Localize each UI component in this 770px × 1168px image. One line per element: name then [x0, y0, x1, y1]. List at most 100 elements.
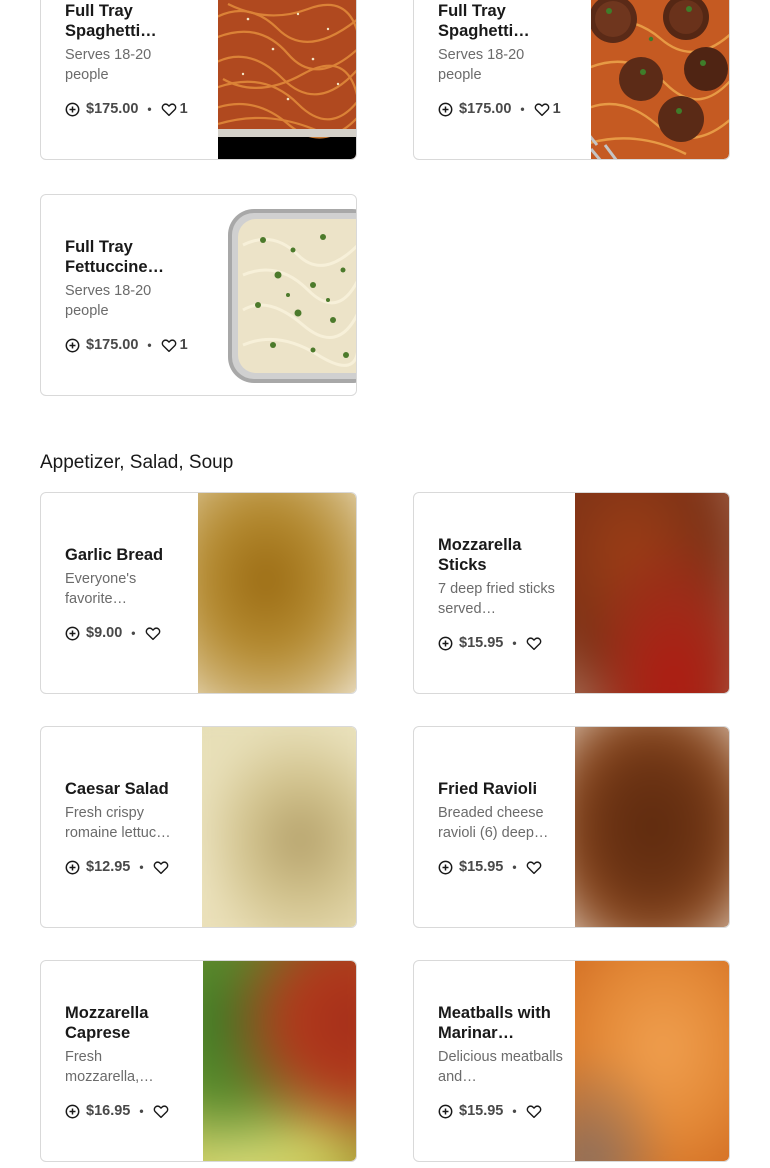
like-button[interactable] [153, 860, 169, 875]
add-circle-icon[interactable] [65, 1104, 80, 1119]
caesar-salad-photo [202, 727, 356, 927]
menu-item-description: Serves 18-20 people [65, 283, 152, 319]
menu-item-title: Caesar Salad [65, 780, 169, 798]
menu-item-price: $175.00 [86, 101, 139, 117]
heart-icon [161, 338, 176, 352]
menu-item-price: $15.95 [459, 859, 504, 875]
like-count: 1 [552, 101, 561, 117]
menu-item-card[interactable]: Mozzarella Sticks 7 deep fried sticks se… [413, 492, 730, 694]
menu-item-card[interactable]: Garlic Bread Everyone's favorite… $9.00 … [40, 492, 357, 694]
like-button[interactable]: 1 [534, 101, 561, 117]
menu-item-description: Breaded cheese ravioli (6) deep… [438, 805, 549, 841]
menu-item-price: $175.00 [86, 337, 139, 353]
menu-item-info: Meatballs with Marinar… Delicious meatba… [438, 961, 566, 1161]
add-circle-icon[interactable] [438, 1104, 453, 1119]
like-button[interactable] [526, 636, 542, 651]
like-count: 1 [179, 101, 188, 117]
menu-item-title: Full Tray Fettuccine… [65, 238, 165, 276]
menu-item-price: $12.95 [86, 859, 131, 875]
menu-item-info: Fried Ravioli Breaded cheese ravioli (6)… [438, 727, 566, 927]
add-circle-icon[interactable] [438, 102, 453, 117]
menu-item-meta: $15.95 • [438, 1103, 566, 1119]
heart-icon [161, 102, 176, 116]
menu-item-description: 7 deep fried sticks served… [438, 581, 555, 617]
menu-item-info: Full Tray Spaghetti… Serves 18-20 people… [65, 0, 193, 159]
menu-item-title: Fried Ravioli [438, 780, 538, 798]
mozzarella-sticks-photo [575, 493, 729, 693]
menu-item-meta: $15.95 • [438, 635, 566, 651]
heart-icon [526, 1104, 541, 1118]
separator-dot: • [512, 860, 517, 874]
menu-item-info: Full Tray Fettuccine… Serves 18-20 peopl… [65, 195, 193, 395]
menu-item-description: Fresh mozzarella,… [65, 1049, 154, 1085]
add-circle-icon[interactable] [65, 626, 80, 641]
menu-item-meta: $16.95 • [65, 1103, 193, 1119]
like-button[interactable] [526, 1104, 542, 1119]
add-circle-icon[interactable] [438, 860, 453, 875]
menu-item-description: Delicious meatballs and… [438, 1049, 563, 1085]
like-button[interactable] [526, 860, 542, 875]
menu-item-card[interactable]: Full Tray Fettuccine… Serves 18-20 peopl… [40, 194, 357, 396]
menu-item-description: Serves 18-20 people [438, 47, 525, 83]
menu-item-card[interactable]: Fried Ravioli Breaded cheese ravioli (6)… [413, 726, 730, 928]
menu-item-meta: $9.00 • [65, 625, 193, 641]
menu-item-title: Meatballs with Marinar… [438, 1004, 551, 1042]
heart-icon [153, 1104, 168, 1118]
add-circle-icon[interactable] [65, 860, 80, 875]
menu-item-card[interactable]: Full Tray Spaghetti… Serves 18-20 people… [413, 0, 730, 160]
menu-item-description: Serves 18-20 people [65, 47, 152, 83]
separator-dot: • [147, 102, 152, 116]
menu-item-price: $16.95 [86, 1103, 131, 1119]
like-button[interactable] [153, 1104, 169, 1119]
like-count: 1 [179, 337, 188, 353]
menu-item-price: $15.95 [459, 635, 504, 651]
fettuccine-tray-photo [218, 195, 356, 395]
separator-dot: • [147, 338, 152, 352]
menu-item-title: Full Tray Spaghetti… [438, 2, 530, 40]
heart-icon [534, 102, 549, 116]
spaghetti-tray-photo [218, 0, 356, 159]
separator-dot: • [520, 102, 525, 116]
section-title: Appetizer, Salad, Soup [40, 452, 234, 473]
menu-item-title: Mozzarella Sticks [438, 536, 522, 574]
separator-dot: • [512, 636, 517, 650]
mozzarella-caprese-photo [203, 961, 356, 1161]
menu-item-price: $15.95 [459, 1103, 504, 1119]
menu-item-description: Fresh crispy romaine lettuc… [65, 805, 171, 841]
separator-dot: • [131, 626, 136, 640]
menu-item-price: $9.00 [86, 625, 123, 641]
fried-ravioli-photo [575, 727, 729, 927]
garlic-bread-photo [198, 493, 356, 693]
menu-item-title: Mozzarella Caprese [65, 1004, 149, 1042]
menu-item-title: Garlic Bread [65, 546, 164, 564]
spaghetti-meatballs-photo [591, 0, 729, 159]
separator-dot: • [512, 1104, 517, 1118]
separator-dot: • [139, 1104, 144, 1118]
menu-item-info: Garlic Bread Everyone's favorite… $9.00 … [65, 493, 193, 693]
menu-item-card[interactable]: Caesar Salad Fresh crispy romaine lettuc… [40, 726, 357, 928]
menu-item-description: Everyone's favorite… [65, 571, 137, 607]
menu-item-meta: $175.00 • 1 [438, 101, 566, 117]
heart-icon [145, 626, 160, 640]
add-circle-icon[interactable] [65, 338, 80, 353]
menu-item-meta: $175.00 • 1 [65, 101, 193, 117]
menu-item-card[interactable]: Mozzarella Caprese Fresh mozzarella,… $1… [40, 960, 357, 1162]
menu-item-info: Mozzarella Sticks 7 deep fried sticks se… [438, 493, 566, 693]
add-circle-icon[interactable] [438, 636, 453, 651]
separator-dot: • [139, 860, 144, 874]
menu-item-meta: $15.95 • [438, 859, 566, 875]
menu-item-card[interactable]: Meatballs with Marinar… Delicious meatba… [413, 960, 730, 1162]
menu-item-meta: $12.95 • [65, 859, 193, 875]
menu-item-info: Mozzarella Caprese Fresh mozzarella,… $1… [65, 961, 193, 1161]
add-circle-icon[interactable] [65, 102, 80, 117]
like-button[interactable]: 1 [161, 101, 188, 117]
like-button[interactable]: 1 [161, 337, 188, 353]
menu-item-title: Full Tray Spaghetti… [65, 2, 157, 40]
meatballs-marinara-photo [575, 961, 729, 1161]
like-button[interactable] [145, 626, 161, 641]
menu-item-price: $175.00 [459, 101, 512, 117]
heart-icon [526, 860, 541, 874]
menu-item-meta: $175.00 • 1 [65, 337, 193, 353]
menu-item-info: Full Tray Spaghetti… Serves 18-20 people… [438, 0, 566, 159]
menu-item-card[interactable]: Full Tray Spaghetti… Serves 18-20 people… [40, 0, 357, 160]
